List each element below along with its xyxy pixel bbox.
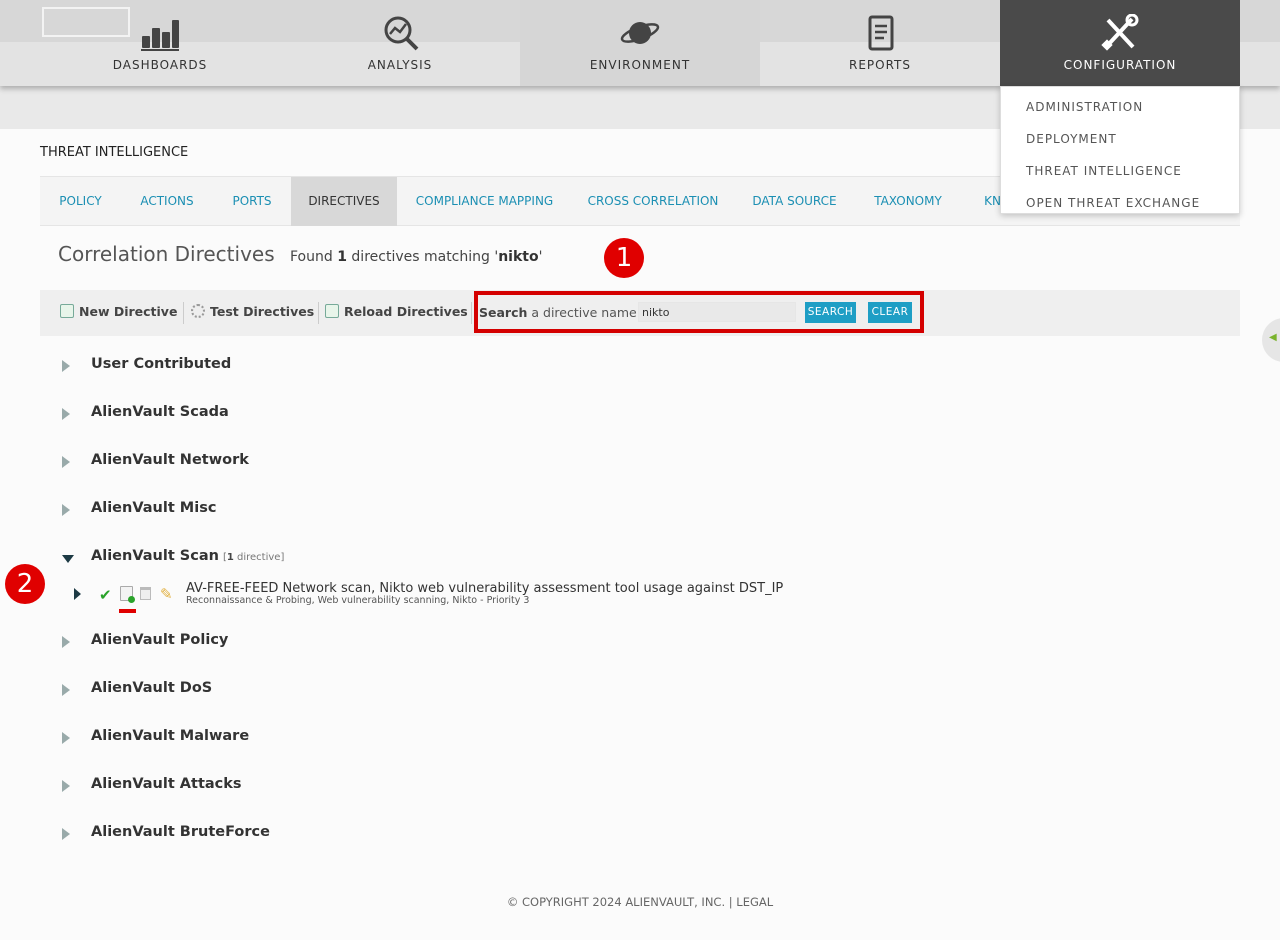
bar-chart-icon: [141, 20, 179, 51]
category-name: AlienVault Network: [91, 452, 249, 468]
category-name-text: AlienVault Scan: [91, 548, 219, 564]
reload-icon: [325, 304, 339, 318]
magnifier-chart-icon: [384, 16, 419, 51]
collapse-arrow-icon[interactable]: [62, 555, 74, 563]
search-input[interactable]: [638, 302, 796, 322]
menu-item-administration[interactable]: ADMINISTRATION: [1001, 91, 1239, 123]
annotation-badge-2: 2: [5, 564, 45, 604]
planet-icon: [620, 22, 660, 44]
category-name: AlienVault DoS: [91, 680, 213, 696]
test-directives-label: Test Directives: [210, 304, 315, 319]
expand-arrow-icon[interactable]: [62, 732, 70, 744]
expand-arrow-icon[interactable]: [74, 588, 81, 600]
section-title: THREAT INTELLIGENCE: [40, 145, 189, 160]
category-name: AlienVault Malware: [91, 728, 250, 744]
nav-configuration-label: CONFIGURATION: [1063, 58, 1177, 72]
test-directives-button[interactable]: Test Directives: [191, 304, 314, 319]
found-suffix: ': [538, 249, 543, 265]
directive-count: [1 directive]: [223, 552, 284, 563]
pencil-icon[interactable]: ✎: [160, 585, 173, 603]
page-title: Correlation Directives: [58, 242, 275, 266]
gear-icon: [191, 304, 205, 318]
tab-ports[interactable]: PORTS: [213, 177, 291, 226]
expand-arrow-icon[interactable]: [62, 456, 70, 468]
nav-environment[interactable]: ENVIRONMENT: [520, 0, 760, 86]
expand-arrow-icon[interactable]: [62, 828, 70, 840]
menu-item-threat-intelligence[interactable]: THREAT INTELLIGENCE: [1001, 155, 1239, 187]
search-label-bold: Search: [479, 305, 528, 320]
footer: © COPYRIGHT 2024 ALIENVAULT, INC. | LEGA…: [0, 895, 1280, 909]
clone-icon[interactable]: [120, 586, 135, 603]
nav-analysis-label: ANALYSIS: [367, 58, 433, 72]
nav-reports-label: REPORTS: [848, 58, 911, 72]
top-navigation: DASHBOARDS ANALYSIS ENVIRONMENT REPORTS: [0, 0, 1280, 86]
search-result-summary: Found 1 directives matching 'nikto': [290, 249, 542, 265]
search-button[interactable]: SEARCH: [805, 302, 856, 323]
configuration-menu: ADMINISTRATION DEPLOYMENT THREAT INTELLI…: [1000, 86, 1240, 214]
menu-item-open-threat-exchange[interactable]: OPEN THREAT EXCHANGE: [1001, 187, 1239, 219]
tab-compliance-mapping[interactable]: COMPLIANCE MAPPING: [397, 177, 572, 226]
tab-cross-correlation[interactable]: CROSS CORRELATION: [572, 177, 734, 226]
nav-reports[interactable]: REPORTS: [760, 0, 1000, 86]
menu-item-deployment[interactable]: DEPLOYMENT: [1001, 123, 1239, 155]
nav-dashboards[interactable]: DASHBOARDS: [40, 0, 280, 86]
nav-configuration[interactable]: CONFIGURATION: [1000, 0, 1240, 86]
tab-policy[interactable]: POLICY: [40, 177, 121, 226]
annotation-underline: [119, 609, 136, 613]
new-directive-button[interactable]: New Directive: [60, 304, 177, 319]
found-prefix: Found: [290, 249, 333, 265]
nav-dashboards-label: DASHBOARDS: [112, 58, 208, 72]
directive-count-number: 1: [226, 552, 234, 563]
expand-arrow-icon[interactable]: [62, 504, 70, 516]
tab-directives[interactable]: DIRECTIVES: [291, 177, 397, 226]
directive-subtitle: Reconnaissance & Probing, Web vulnerabil…: [186, 595, 530, 606]
category-name: AlienVault Scada: [91, 404, 229, 420]
new-directive-icon: [60, 304, 74, 318]
search-label: Search a directive name:: [479, 305, 641, 320]
reload-directives-button[interactable]: Reload Directives: [325, 304, 468, 319]
expand-arrow-icon[interactable]: [62, 360, 70, 372]
clear-button[interactable]: CLEAR: [868, 302, 912, 323]
found-count: 1: [337, 249, 347, 265]
new-directive-label: New Directive: [79, 304, 178, 319]
tools-icon: [1101, 14, 1139, 51]
chevron-left-icon: ◀: [1269, 332, 1277, 343]
directive-count-label: directive]: [233, 552, 285, 563]
tab-actions[interactable]: ACTIONS: [121, 177, 213, 226]
side-panel-toggle[interactable]: ◀: [1262, 318, 1280, 362]
toolbar-divider: [318, 302, 319, 324]
category-name: AlienVault BruteForce: [91, 824, 270, 840]
directive-row[interactable]: ✔ ✎ AV-FREE-FEED Network scan, Nikto web…: [72, 580, 972, 616]
expand-arrow-icon[interactable]: [62, 684, 70, 696]
expand-arrow-icon[interactable]: [62, 780, 70, 792]
directive-title[interactable]: AV-FREE-FEED Network scan, Nikto web vul…: [186, 581, 783, 596]
nav-environment-label: ENVIRONMENT: [589, 58, 691, 72]
copyright-text: © COPYRIGHT 2024 ALIENVAULT, INC. |: [506, 895, 733, 909]
found-term: nikto: [498, 249, 539, 265]
category-name: AlienVault Scan [1 directive]: [91, 548, 284, 564]
category-name: User Contributed: [91, 356, 232, 372]
legal-link[interactable]: LEGAL: [736, 895, 773, 909]
nav-analysis[interactable]: ANALYSIS: [280, 0, 520, 86]
reload-directives-label: Reload Directives: [344, 304, 468, 319]
toolbar-divider: [183, 302, 184, 324]
search-label-rest: a directive name:: [531, 305, 641, 320]
check-icon[interactable]: ✔: [99, 586, 112, 604]
category-name: AlienVault Misc: [91, 500, 217, 516]
found-middle: directives matching ': [351, 249, 499, 265]
category-name: AlienVault Attacks: [91, 776, 242, 792]
tab-data-source[interactable]: DATA SOURCE: [734, 177, 855, 226]
document-icon: [868, 15, 894, 51]
tab-taxonomy[interactable]: TAXONOMY: [855, 177, 961, 226]
annotation-badge-1: 1: [604, 238, 644, 278]
toolbar-divider: [471, 302, 472, 324]
category-name: AlienVault Policy: [91, 632, 229, 648]
expand-arrow-icon[interactable]: [62, 408, 70, 420]
expand-arrow-icon[interactable]: [62, 636, 70, 648]
trash-icon[interactable]: [140, 587, 151, 600]
tab-knowledge[interactable]: KN: [961, 177, 1001, 226]
